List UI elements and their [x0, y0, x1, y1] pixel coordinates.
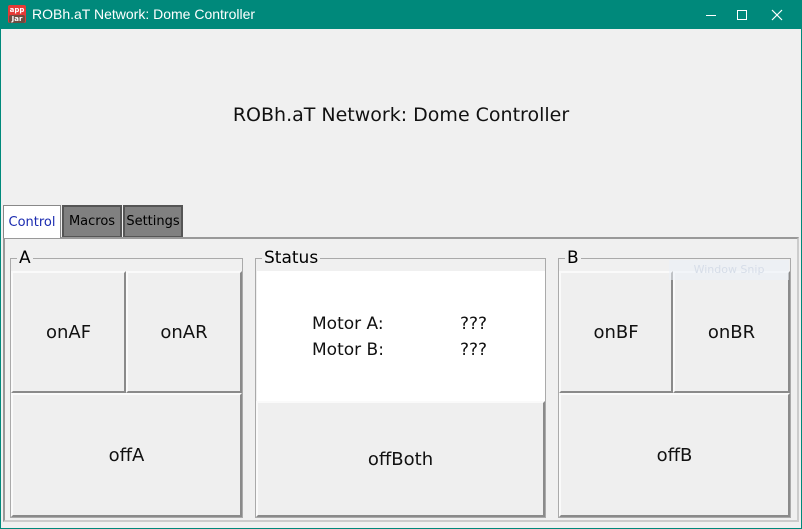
window-snip-overlay: Window Snip: [669, 260, 789, 280]
app-icon-text-top: app: [9, 6, 25, 14]
group-b-label: B: [565, 248, 581, 268]
onBF-button[interactable]: onBF: [559, 271, 673, 393]
tab-settings[interactable]: Settings: [123, 205, 183, 237]
close-icon: [771, 9, 783, 20]
maximize-icon: [737, 9, 747, 20]
motor-b-value: ???: [460, 340, 488, 360]
group-status-label: Status: [262, 248, 321, 268]
onBR-button[interactable]: onBR: [673, 271, 790, 393]
close-button[interactable]: [754, 0, 800, 29]
status-display: Motor A: ??? Motor B: ???: [257, 271, 545, 401]
offA-button[interactable]: offA: [11, 393, 242, 517]
title-bar[interactable]: app Jar ROBh.aT Network: Dome Controller: [0, 0, 802, 29]
tab-macros[interactable]: Macros: [62, 205, 122, 237]
minimize-icon: [706, 14, 716, 16]
offBoth-button[interactable]: offBoth: [256, 401, 545, 517]
motor-b-label: Motor B:: [312, 340, 384, 360]
offB-button[interactable]: offB: [559, 393, 790, 517]
tab-control[interactable]: Control: [3, 205, 61, 238]
onAF-button[interactable]: onAF: [11, 271, 126, 393]
group-a-label: A: [17, 248, 33, 268]
motor-a-value: ???: [460, 314, 488, 334]
motor-a-label: Motor A:: [312, 314, 384, 334]
onAR-button[interactable]: onAR: [126, 271, 242, 393]
app-jar-icon: app Jar: [8, 5, 26, 23]
app-icon-text-bottom: Jar: [9, 15, 25, 23]
page-title: ROBh.aT Network: Dome Controller: [232, 104, 570, 126]
window-title: ROBh.aT Network: Dome Controller: [32, 6, 256, 22]
